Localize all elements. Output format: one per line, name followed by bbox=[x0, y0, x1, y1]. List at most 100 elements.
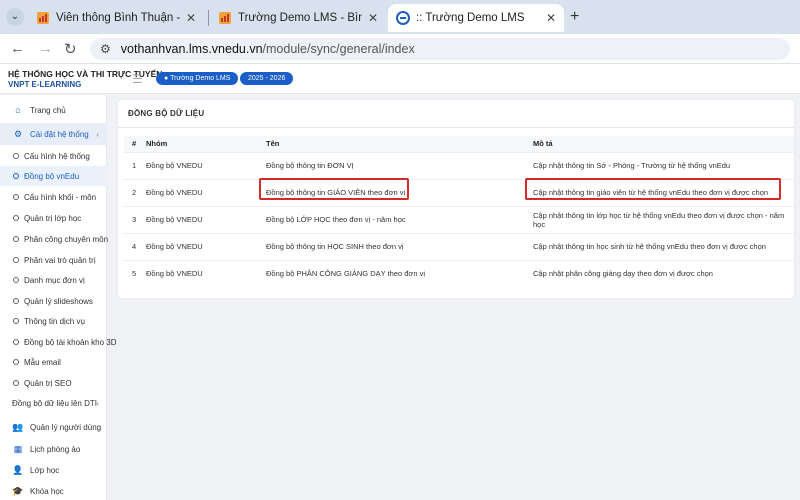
school-selector[interactable]: ● Trường Demo LMS bbox=[156, 72, 239, 85]
sidebar-item-vnedu-sync[interactable]: Đồng bộ vnEdu bbox=[0, 166, 107, 186]
calendar-icon: ▦ bbox=[13, 443, 23, 454]
sidebar-item-virtual-room-schedule[interactable]: ▦ Lịch phòng ảo bbox=[0, 439, 107, 459]
row-name-link[interactable]: Đồng bộ thông tin HỌC SINH theo đơn vị bbox=[260, 232, 527, 260]
new-tab-button[interactable]: + bbox=[570, 8, 579, 26]
circle-bullet-icon bbox=[13, 215, 19, 221]
browser-tab-1[interactable]: Viễn thông Bình Thuận - Bình T ✕ bbox=[28, 4, 204, 32]
sidebar-item-seo[interactable]: Quản trị SEO bbox=[0, 373, 107, 393]
row-group: Đồng bộ VNEDU bbox=[140, 178, 260, 206]
circle-bullet-icon bbox=[13, 380, 19, 386]
sidebar-item-label: Cài đặt hệ thống bbox=[30, 129, 89, 139]
sidebar-item-label: Danh mục đơn vị bbox=[24, 275, 85, 285]
circle-bullet-icon bbox=[13, 236, 19, 242]
tab-separator bbox=[208, 10, 209, 26]
back-arrow-icon[interactable]: ← bbox=[10, 40, 25, 57]
sidebar-item-grade-subject-config[interactable]: Cấu hình khối - môn bbox=[0, 187, 107, 207]
sidebar-item-units[interactable]: Danh mục đơn vị bbox=[0, 270, 107, 290]
url-path: /module/sync/general/index bbox=[262, 42, 415, 56]
circle-bullet-icon bbox=[13, 359, 19, 365]
sidebar-item-label: Đồng bộ vnEdu bbox=[24, 171, 80, 181]
app-header: HỆ THỐNG HỌC VÀ THI TRỰC TUYẾN VNPT E-LE… bbox=[0, 64, 800, 94]
browser-tab-3[interactable]: :: Trường Demo LMS ✕ bbox=[388, 4, 564, 32]
table-row[interactable]: 4 Đồng bộ VNEDU Đồng bộ thông tin HỌC SI… bbox=[124, 232, 794, 260]
row-name-link[interactable]: Đồng bộ LỚP HỌC theo đơn vị - năm học bbox=[260, 205, 527, 233]
sidebar-item-label: Quản lý slideshows bbox=[24, 296, 93, 306]
sidebar-item-classes[interactable]: 👤 Lớp học bbox=[0, 460, 107, 480]
circle-bullet-icon bbox=[13, 173, 19, 179]
sidebar-item-label: Khóa học bbox=[30, 486, 64, 496]
row-name-link[interactable]: Đồng bộ thông tin ĐƠN VỊ bbox=[260, 151, 527, 179]
row-description: Cập nhật thông tin học sinh từ hệ thống … bbox=[527, 232, 794, 260]
row-group: Đồng bộ VNEDU bbox=[140, 232, 260, 260]
table-row[interactable]: 3 Đồng bộ VNEDU Đồng bộ LỚP HỌC theo đơn… bbox=[124, 205, 794, 233]
column-header-name: Tên bbox=[260, 136, 527, 152]
sidebar-item-label: Phân vai trò quản trị bbox=[24, 255, 96, 265]
browser-nav-bar: ← → ↻ ⚙ vothanhvan.lms.vnedu.vn/module/s… bbox=[0, 34, 800, 64]
circle-bullet-icon bbox=[13, 339, 19, 345]
sidebar-item-home[interactable]: ⌂ Trang chủ bbox=[0, 99, 107, 121]
browser-tab-bar: ⌄ Viễn thông Bình Thuận - Bình T ✕ Trườn… bbox=[0, 0, 800, 34]
url-domain: vothanhvan.lms.vnedu.vn bbox=[120, 42, 263, 56]
sidebar-item-label: Quản lý người dùng bbox=[30, 422, 102, 432]
circle-bullet-icon bbox=[13, 257, 19, 263]
users-icon: 👥 bbox=[12, 421, 24, 432]
table-row[interactable]: 5 Đồng bộ VNEDU Đồng bộ PHÂN CÔNG GIẢNG … bbox=[124, 259, 794, 287]
sidebar-item-system-settings[interactable]: ⚙ Cài đặt hệ thống ‹ bbox=[0, 123, 107, 145]
close-icon[interactable]: ✕ bbox=[368, 11, 378, 25]
table-row[interactable]: 2 Đồng bộ VNEDU Đồng bộ thông tin GIÁO V… bbox=[124, 178, 794, 206]
sidebar-item-email-templates[interactable]: Mẫu email bbox=[0, 352, 107, 372]
location-pin-icon: ● bbox=[164, 75, 169, 82]
sidebar-item-user-management[interactable]: 👥 Quản lý người dùng ‹ bbox=[0, 417, 107, 437]
address-bar[interactable]: ⚙ vothanhvan.lms.vnedu.vn/module/sync/ge… bbox=[90, 38, 790, 60]
school-year-selector[interactable]: 2025 - 2026 bbox=[240, 72, 294, 85]
sidebar-item-admin-roles[interactable]: Phân vai trò quản trị bbox=[0, 250, 107, 270]
circle-bullet-icon bbox=[13, 194, 19, 200]
row-name-link[interactable]: Đồng bộ thông tin GIÁO VIÊN theo đơn vị bbox=[260, 178, 527, 206]
close-icon[interactable]: ✕ bbox=[186, 11, 196, 25]
sync-table: # Nhóm Tên Mô tả 1 Đồng bộ VNEDU Đồng bộ… bbox=[124, 136, 794, 287]
sidebar-item-service-info[interactable]: Thông tin dịch vụ bbox=[0, 311, 107, 331]
sidebar-item-slideshows[interactable]: Quản lý slideshows bbox=[0, 291, 107, 311]
row-index: 4 bbox=[124, 232, 140, 260]
reload-icon[interactable]: ↻ bbox=[64, 40, 77, 58]
tab-search-icon[interactable]: ⌄ bbox=[6, 8, 24, 26]
circle-bullet-icon bbox=[13, 277, 19, 283]
sidebar-item-label: Đồng bộ tài khoản kho 3D bbox=[24, 337, 117, 347]
circle-bullet-icon bbox=[13, 153, 19, 159]
row-group: Đồng bộ VNEDU bbox=[140, 151, 260, 179]
bar-chart-favicon-icon bbox=[219, 12, 231, 24]
sidebar-item-dti-sync[interactable]: Đồng bộ dữ liệu lên DTI ‹ bbox=[0, 393, 107, 413]
e-logo-favicon-icon bbox=[396, 11, 410, 25]
sidebar-item-label: Phân công chuyên môn bbox=[24, 234, 109, 244]
table-header-row: # Nhóm Tên Mô tả bbox=[124, 136, 794, 152]
sidebar-item-3d-account-sync[interactable]: Đồng bộ tài khoản kho 3D bbox=[0, 332, 117, 352]
site-settings-icon[interactable]: ⚙ bbox=[100, 42, 111, 56]
tab-title: Trường Demo LMS - Bình Thuậ bbox=[238, 12, 362, 24]
sidebar-item-label: Quản trị lớp học bbox=[24, 213, 82, 223]
row-group: Đồng bộ VNEDU bbox=[140, 259, 260, 287]
row-group: Đồng bộ VNEDU bbox=[140, 205, 260, 233]
row-index: 2 bbox=[124, 178, 140, 206]
forward-arrow-icon[interactable]: → bbox=[38, 40, 53, 57]
bar-chart-favicon-icon bbox=[37, 12, 49, 24]
row-name-link[interactable]: Đồng bộ PHÂN CÔNG GIẢNG DẠY theo đơn vị bbox=[260, 259, 527, 287]
gear-icon: ⚙ bbox=[13, 128, 23, 139]
sidebar-item-class-admin[interactable]: Quản trị lớp học bbox=[0, 208, 107, 228]
hamburger-menu-icon[interactable]: ☰ bbox=[132, 72, 143, 86]
browser-tab-2[interactable]: Trường Demo LMS - Bình Thuậ ✕ bbox=[210, 4, 386, 32]
sidebar-item-courses[interactable]: 🎓 Khóa học bbox=[0, 482, 107, 500]
close-icon[interactable]: ✕ bbox=[546, 11, 556, 25]
tab-title: :: Trường Demo LMS bbox=[416, 12, 525, 24]
sidebar-item-assignment[interactable]: Phân công chuyên môn bbox=[0, 229, 109, 249]
divider bbox=[118, 127, 794, 128]
row-index: 5 bbox=[124, 259, 140, 287]
table-row[interactable]: 1 Đồng bộ VNEDU Đồng bộ thông tin ĐƠN VỊ… bbox=[124, 151, 794, 179]
row-description: Cập nhật thông tin giáo viên từ hệ thống… bbox=[527, 178, 794, 206]
user-icon: 👤 bbox=[12, 464, 24, 475]
column-header-group: Nhóm bbox=[140, 136, 260, 152]
sidebar-item-system-config[interactable]: Cấu hình hệ thống bbox=[0, 146, 107, 166]
sidebar: ⌂ Trang chủ ⚙ Cài đặt hệ thống ‹ Cấu hìn… bbox=[0, 95, 117, 500]
page-title: ĐỒNG BỘ DỮ LIỆU bbox=[128, 109, 205, 118]
sidebar-item-label: Mẫu email bbox=[24, 357, 61, 367]
row-description: Cập nhật thông tin Sở - Phòng - Trường t… bbox=[527, 151, 794, 179]
